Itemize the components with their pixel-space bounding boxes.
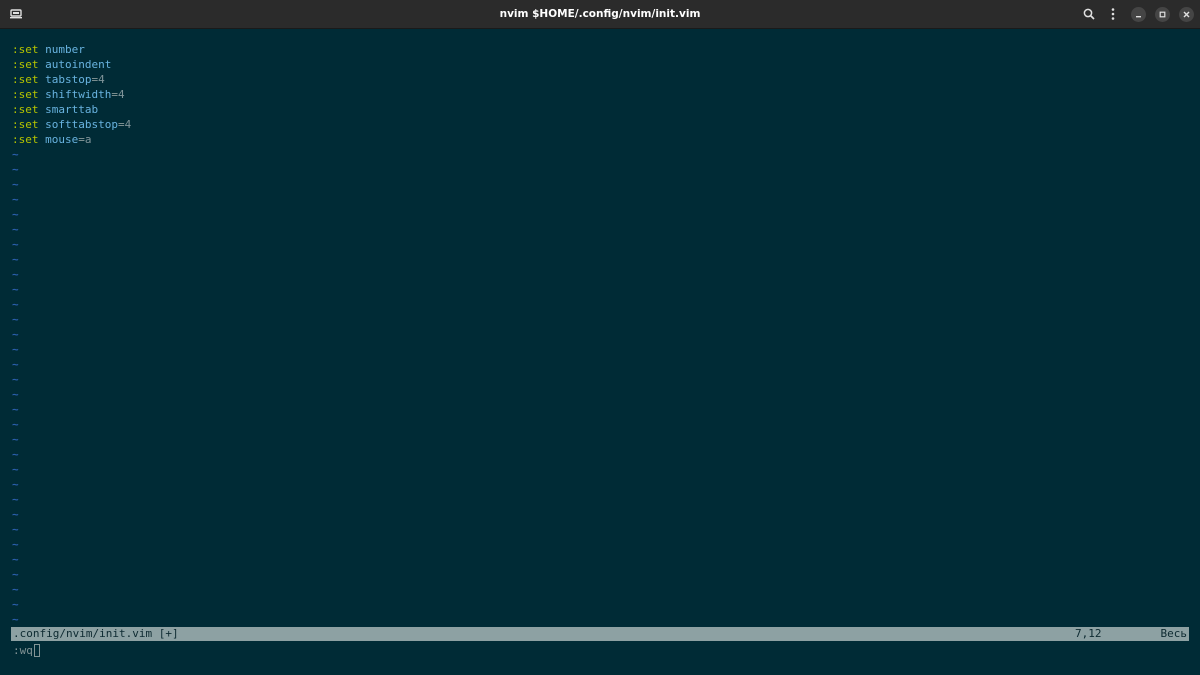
- set-keyword: :set: [12, 103, 39, 116]
- empty-line-marker: ~: [12, 523, 19, 536]
- scroll-indicator: Весь: [1160, 627, 1188, 640]
- editor-buffer[interactable]: :set number :set autoindent :set tabstop…: [12, 42, 1192, 627]
- option-value: a: [84, 133, 92, 146]
- empty-line-marker: ~: [12, 193, 19, 206]
- operator: =: [78, 133, 85, 146]
- set-keyword: :set: [12, 73, 39, 86]
- buffer-line: :set number: [12, 42, 1192, 57]
- empty-line-marker: ~: [12, 178, 19, 191]
- empty-line-marker: ~: [12, 613, 19, 626]
- empty-line-marker: ~: [12, 448, 19, 461]
- terminal-window: nvim $HOME/.config/nvim/init.vim:set nu…: [0, 0, 1200, 675]
- empty-line-marker: ~: [12, 418, 19, 431]
- command-line[interactable]: :wq: [13, 643, 40, 658]
- empty-line-marker: ~: [12, 268, 19, 281]
- empty-line-marker: ~: [12, 568, 19, 581]
- empty-line-marker: ~: [12, 598, 19, 611]
- cursor-position: 7,12: [1075, 627, 1102, 640]
- empty-line-marker: ~: [12, 508, 19, 521]
- option-name: number: [45, 43, 85, 56]
- option-name: autoindent: [45, 58, 112, 71]
- empty-line-marker: ~: [12, 553, 19, 566]
- close-icon: [1183, 11, 1190, 18]
- empty-line-marker: ~: [12, 388, 19, 401]
- command-text: :wq: [13, 644, 33, 657]
- empty-line-marker: ~: [12, 238, 19, 251]
- empty-line-marker: ~: [12, 583, 19, 596]
- minimize-icon: [1136, 16, 1141, 18]
- minimize-button[interactable]: [1131, 7, 1146, 22]
- option-name: softtabstop: [45, 118, 118, 131]
- operator: =: [111, 88, 118, 101]
- empty-line-marker: ~: [12, 208, 19, 221]
- empty-line-marker: ~: [12, 148, 19, 161]
- empty-line-marker: ~: [12, 403, 19, 416]
- option-value: 4: [98, 73, 105, 86]
- close-button[interactable]: [1179, 7, 1194, 22]
- option-name: smarttab: [45, 103, 99, 116]
- status-line: .config/nvim/init.vim [+] 7,12 Весь: [11, 627, 1189, 641]
- empty-line-marker: ~: [12, 358, 19, 371]
- empty-line-marker: ~: [12, 373, 19, 386]
- empty-line-marker: ~: [12, 493, 19, 506]
- option-name: mouse: [45, 133, 79, 146]
- window-title: nvim $HOME/.config/nvim/init.vim: [499, 8, 701, 20]
- option-name: shiftwidth: [45, 88, 112, 101]
- empty-line-marker: ~: [12, 538, 19, 551]
- empty-line-marker: ~: [12, 298, 19, 311]
- search-icon[interactable]: [1081, 6, 1097, 22]
- option-value: 4: [124, 118, 132, 131]
- set-keyword: :set: [12, 133, 39, 146]
- buffer-line: :set smarttab: [12, 102, 1192, 117]
- operator: =: [117, 118, 125, 131]
- buffer-line: :set autoindent: [12, 57, 1192, 72]
- buffer-line: :set shiftwidth=4: [12, 87, 1192, 102]
- empty-line-marker: ~: [12, 433, 19, 446]
- empty-line-marker: ~: [12, 313, 19, 326]
- empty-line-marker: ~: [12, 463, 19, 476]
- empty-line-marker: ~: [12, 283, 19, 296]
- empty-line-markers: ~ ~ ~ ~ ~ ~ ~ ~ ~ ~ ~ ~ ~ ~ ~ ~ ~ ~ ~ ~ ~ ~ ~ ~ ~ ~ ~ ~ ~ ~ ~ ~: [12, 147, 1192, 627]
- set-keyword: :set: [12, 43, 39, 56]
- empty-line-marker: ~: [12, 223, 19, 236]
- buffer-line: :set mouse=a: [12, 132, 1192, 147]
- status-filename: .config/nvim/init.vim [+]: [13, 627, 179, 640]
- buffer-line: :set tabstop=4: [12, 72, 1192, 87]
- set-keyword: :set: [12, 118, 39, 131]
- empty-line-marker: ~: [12, 328, 19, 341]
- set-keyword: :set: [12, 58, 39, 71]
- maximize-button[interactable]: [1155, 7, 1170, 22]
- empty-line-marker: ~: [12, 253, 19, 266]
- buffer-line: :set softtabstop=4: [12, 117, 1192, 132]
- kebab-menu-icon[interactable]: [1105, 6, 1121, 22]
- empty-line-marker: ~: [12, 163, 19, 176]
- text-cursor: [33, 644, 40, 657]
- option-name: tabstop: [45, 73, 92, 86]
- option-value: 4: [117, 88, 125, 101]
- set-keyword: :set: [12, 88, 39, 101]
- empty-line-marker: ~: [12, 343, 19, 356]
- title-bar: nvim $HOME/.config/nvim/init.vim: [0, 0, 1200, 29]
- maximize-icon: [1159, 11, 1166, 18]
- empty-line-marker: ~: [12, 478, 19, 491]
